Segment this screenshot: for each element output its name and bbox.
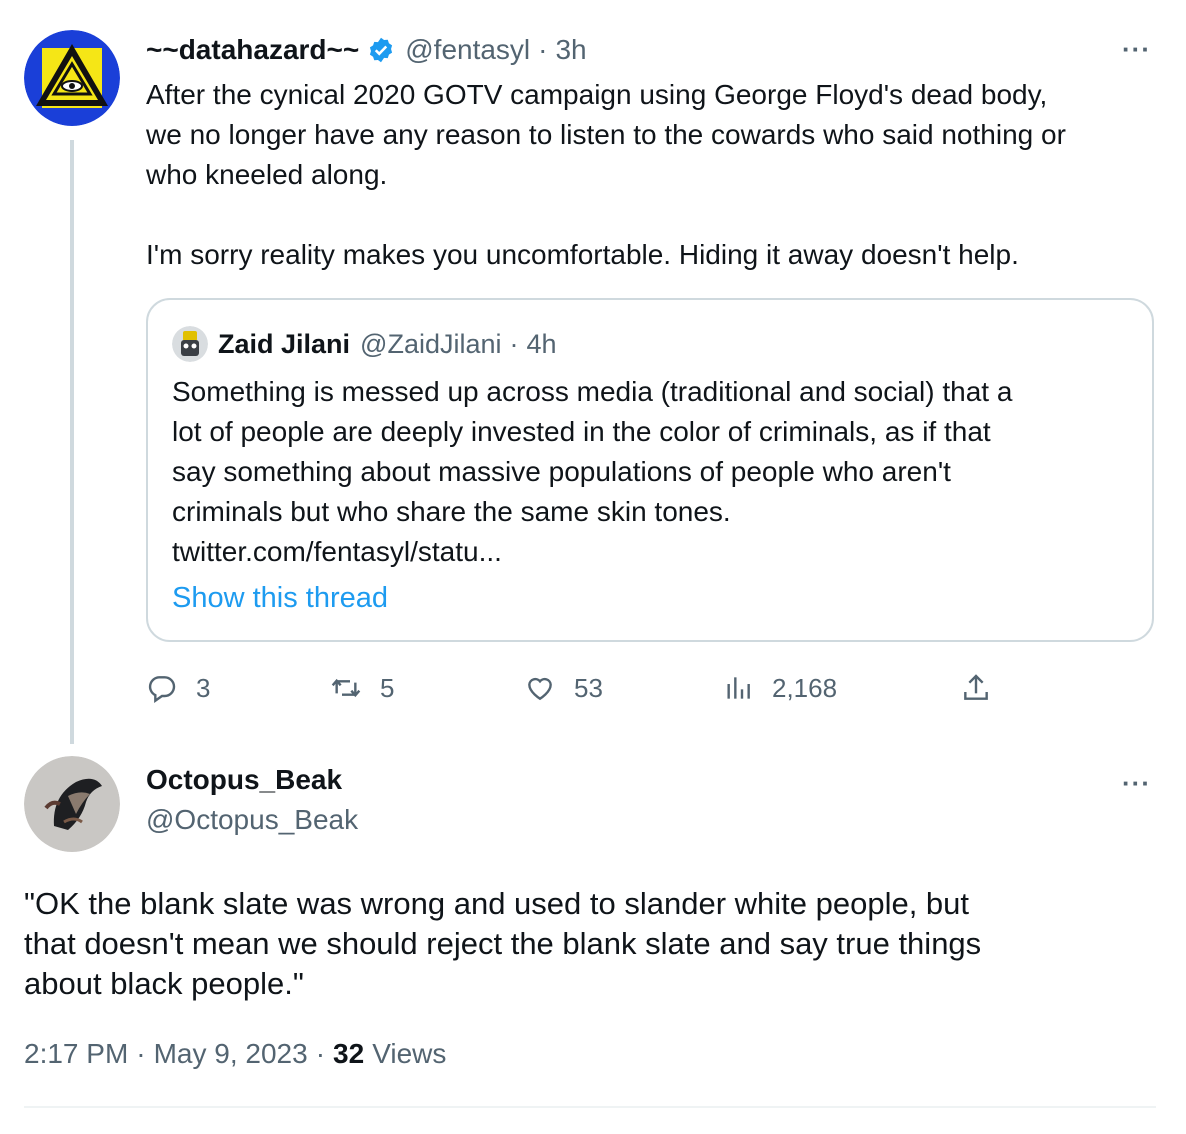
hazard-logo-icon — [24, 30, 120, 126]
quote-time: 4h — [526, 328, 557, 359]
retweet-button[interactable]: 5 — [330, 672, 394, 704]
quote-separator-dot: · — [509, 328, 519, 359]
meta-separator-2: · — [315, 1038, 326, 1069]
octopus-beak-avatar[interactable] — [24, 756, 120, 852]
bottom-divider — [24, 1106, 1156, 1108]
author-handle[interactable]: @fentasyl — [405, 34, 530, 66]
reply-text: "OK the blank slate was wrong and used t… — [24, 886, 982, 1001]
show-thread-link[interactable]: Show this thread — [172, 582, 388, 615]
tweet-text: After the cynical 2020 GOTV campaign usi… — [146, 79, 1066, 270]
views-count: 2,168 — [772, 672, 838, 703]
reply-author-name[interactable]: Octopus_Beak — [146, 764, 342, 796]
reply-more-options-icon[interactable]: ··· — [1122, 768, 1151, 799]
more-options-icon[interactable]: ··· — [1122, 34, 1151, 65]
reply-date[interactable]: May 9, 2023 — [154, 1038, 308, 1070]
octopus-beak-image-icon — [24, 756, 120, 852]
author-name[interactable]: ~~datahazard~~ — [146, 34, 359, 66]
reply-views-count: 32 — [333, 1038, 365, 1069]
reply-views-label: Views — [372, 1038, 447, 1069]
tweet-header: ~~datahazard~~ @fentasyl · 3h — [146, 30, 587, 70]
like-count: 53 — [574, 672, 603, 703]
share-button[interactable] — [960, 672, 1010, 704]
reply-time[interactable]: 2:17 PM — [24, 1038, 128, 1070]
quote-header: Zaid Jilani @ZaidJilani · 4h — [172, 326, 557, 362]
retweet-icon — [331, 678, 361, 698]
heart-icon — [528, 677, 552, 701]
reply-author-handle[interactable]: @Octopus_Beak — [146, 804, 358, 836]
verified-badge-icon — [367, 36, 395, 64]
robot-avatar-icon — [172, 326, 208, 362]
quote-author-name[interactable]: Zaid Jilani — [218, 329, 350, 360]
like-button[interactable]: 53 — [524, 672, 603, 704]
retweet-count: 5 — [380, 672, 395, 703]
reply-icon — [148, 676, 176, 703]
reply-count: 3 — [196, 672, 211, 703]
reply-meta: 2:17 PM · May 9, 2023 · 32 Views — [24, 1038, 446, 1070]
thread-line — [70, 140, 74, 744]
reply-button[interactable]: 3 — [146, 672, 210, 704]
tweet-time[interactable]: 3h — [555, 34, 586, 66]
quote-text: Something is messed up across media (tra… — [172, 376, 1013, 567]
quote-author-handle[interactable]: @ZaidJilani — [360, 329, 501, 360]
separator-dot: · — [538, 34, 548, 65]
zaid-avatar[interactable] — [172, 326, 208, 362]
views-button[interactable]: 2,168 — [722, 672, 837, 704]
datahazard-avatar[interactable] — [24, 30, 120, 126]
share-icon — [964, 674, 988, 700]
views-chart-icon — [727, 677, 750, 699]
meta-separator-1: · — [136, 1038, 146, 1069]
